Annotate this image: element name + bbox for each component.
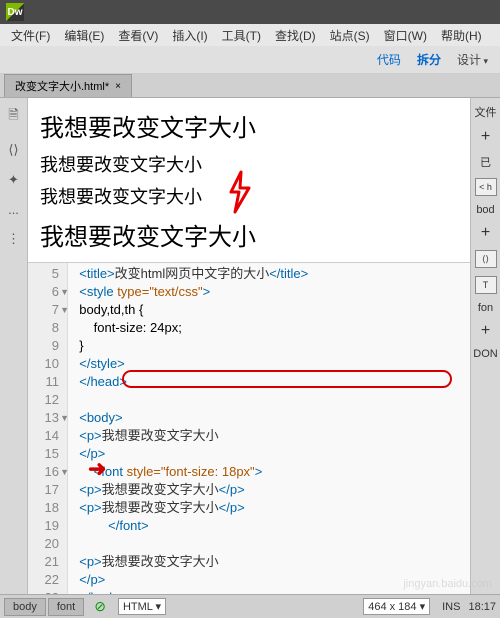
- menu-item[interactable]: 查看(V): [111, 27, 165, 44]
- menu-item[interactable]: 文件(F): [4, 27, 57, 44]
- menu-item[interactable]: 帮助(H): [434, 27, 489, 44]
- menu-item[interactable]: 窗口(W): [377, 27, 434, 44]
- validation-ok-icon[interactable]: ⊘: [94, 598, 106, 615]
- lightning-bolt-annotation: [225, 170, 253, 223]
- insert-mode[interactable]: INS: [442, 601, 460, 613]
- panel-item[interactable]: ⟨⟩: [475, 250, 497, 268]
- toolbar-icon[interactable]: ⋮: [7, 231, 20, 247]
- content-area: 我想要改变文字大小 我想要改变文字大小 我想要改变文字大小 我想要改变文字大小 …: [28, 98, 470, 594]
- code-line[interactable]: <p>我想要改变文字大小: [72, 553, 466, 571]
- code-line[interactable]: <p>我想要改变文字大小</p>: [72, 499, 466, 517]
- tab-bar: 改变文字大小.html* ×: [0, 74, 500, 98]
- design-view-dropdown[interactable]: 设计: [457, 51, 488, 68]
- code-line[interactable]: <p>我想要改变文字大小</p>: [72, 481, 466, 499]
- code-line[interactable]: </style>: [72, 355, 466, 373]
- panel-label: fon: [478, 302, 493, 314]
- status-bar: body font ⊘ HTML ▾ 464 x 184 ▾ INS 18:17: [0, 594, 500, 618]
- plus-icon[interactable]: +: [481, 322, 490, 340]
- gutter-line-numbers: 56▼7▼8910111213▼141516▼17181920212223: [28, 263, 68, 594]
- app-logo: Dw: [6, 3, 24, 21]
- files-panel-label[interactable]: 文件: [475, 104, 497, 120]
- panel-label: bod: [476, 204, 494, 216]
- menu-item[interactable]: 工具(T): [215, 27, 268, 44]
- toolbar-icon[interactable]: ...: [8, 202, 19, 217]
- toolbar-icon[interactable]: ⟨⟩: [8, 142, 18, 158]
- code-view-button[interactable]: 代码: [377, 51, 401, 68]
- code-content[interactable]: ➜ <title>改变html网页中文字的大小</title> <style t…: [68, 263, 470, 594]
- document-tab[interactable]: 改变文字大小.html* ×: [4, 74, 132, 97]
- code-line[interactable]: <body>: [72, 409, 466, 427]
- plus-icon[interactable]: +: [481, 128, 490, 146]
- viewport-size[interactable]: 464 x 184 ▾: [363, 598, 430, 615]
- menu-item[interactable]: 站点(S): [323, 27, 377, 44]
- code-line[interactable]: body,td,th {: [72, 301, 466, 319]
- code-line[interactable]: font-size: 24px;: [72, 319, 466, 337]
- preview-text-24px: 我想要改变文字大小: [40, 108, 458, 143]
- language-selector[interactable]: HTML ▾: [118, 598, 166, 615]
- menu-bar: 文件(F)编辑(E)查看(V)插入(I)工具(T)查找(D)站点(S)窗口(W)…: [0, 24, 500, 46]
- title-bar: Dw: [0, 0, 500, 24]
- toolbar-icon[interactable]: 🗎: [8, 106, 18, 128]
- left-toolbar: 🗎 ⟨⟩ ✦... ⋮: [0, 98, 28, 594]
- menu-item[interactable]: 编辑(E): [57, 27, 111, 44]
- code-line[interactable]: [72, 535, 466, 553]
- panel-label: DON: [473, 348, 497, 360]
- annotation-arrow-icon: ➜: [88, 460, 106, 478]
- close-tab-icon[interactable]: ×: [115, 81, 121, 92]
- code-line[interactable]: </p>: [72, 445, 466, 463]
- right-panel: 文件 + 已 < h bod + ⟨⟩ T fon + DON: [470, 98, 500, 594]
- menu-item[interactable]: 查找(D): [268, 27, 323, 44]
- menu-item[interactable]: 插入(I): [165, 27, 214, 44]
- code-line[interactable]: <title>改变html网页中文字的大小</title>: [72, 265, 466, 283]
- breadcrumb-font[interactable]: font: [48, 598, 84, 616]
- code-line[interactable]: <p>我想要改变文字大小: [72, 427, 466, 445]
- cursor-position: 18:17: [468, 601, 496, 613]
- code-line[interactable]: [72, 391, 466, 409]
- code-line[interactable]: <font style="font-size: 18px">: [72, 463, 466, 481]
- panel-item[interactable]: < h: [475, 178, 497, 196]
- panel-label: 已: [480, 154, 491, 170]
- toolbar-icon[interactable]: ✦: [8, 172, 19, 188]
- code-line[interactable]: }: [72, 337, 466, 355]
- watermark: jingyan.baidu.com: [403, 578, 492, 590]
- split-view-button[interactable]: 拆分: [417, 51, 441, 68]
- panel-item[interactable]: T: [475, 276, 497, 294]
- code-line[interactable]: </head>: [72, 373, 466, 391]
- code-line[interactable]: </font>: [72, 517, 466, 535]
- view-toolbar: 代码 拆分 设计: [0, 46, 500, 74]
- breadcrumb-body[interactable]: body: [4, 598, 46, 616]
- code-editor[interactable]: 56▼7▼8910111213▼141516▼17181920212223 ➜ …: [28, 263, 470, 594]
- plus-icon[interactable]: +: [481, 224, 490, 242]
- tab-title: 改变文字大小.html*: [15, 78, 109, 94]
- code-line[interactable]: <style type="text/css">: [72, 283, 466, 301]
